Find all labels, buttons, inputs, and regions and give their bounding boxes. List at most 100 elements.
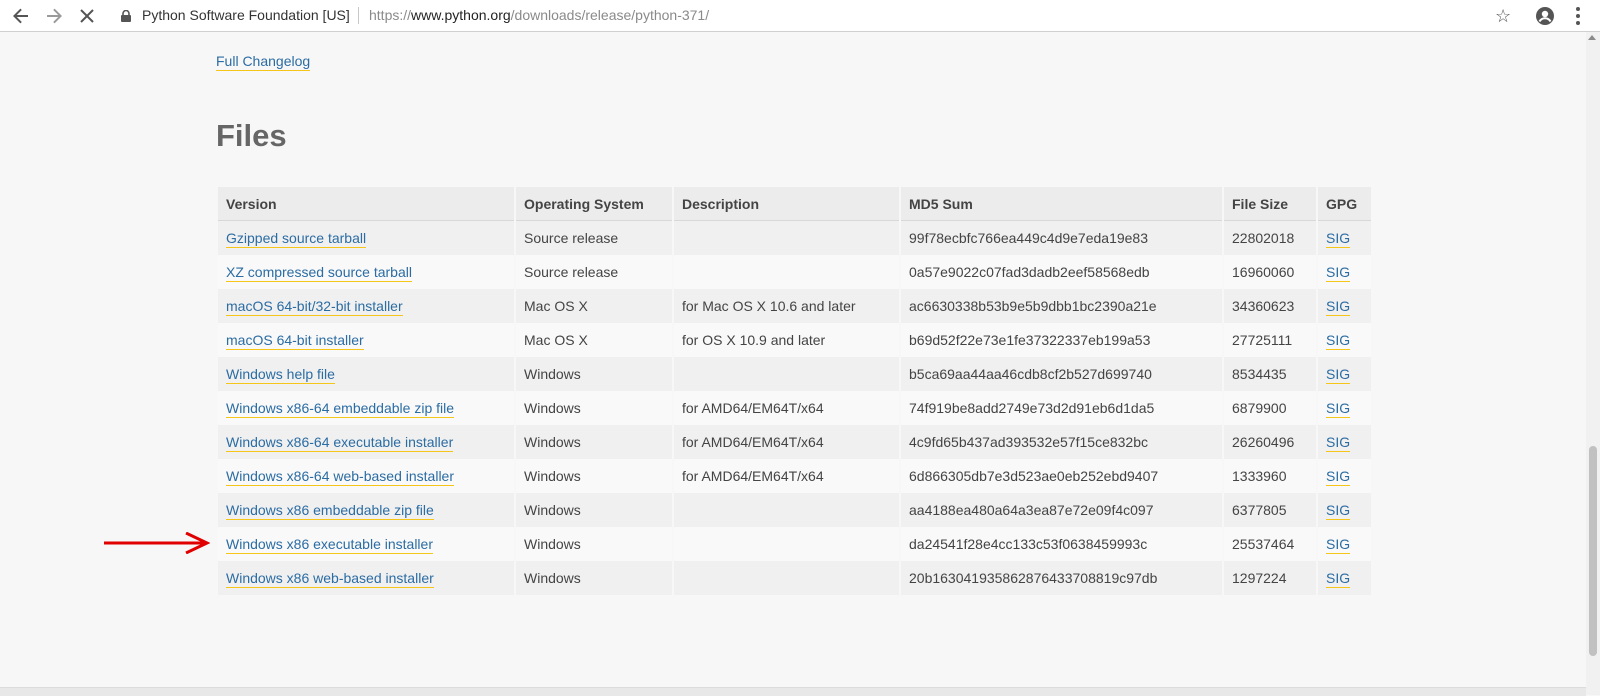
download-link[interactable]: XZ compressed source tarball [226, 264, 412, 282]
description-cell [674, 357, 899, 391]
version-cell: Gzipped source tarball [218, 221, 514, 255]
sig-link[interactable]: SIG [1326, 468, 1351, 486]
header-gpg: GPG [1318, 187, 1371, 221]
sig-link[interactable]: SIG [1326, 332, 1351, 350]
table-row: macOS 64-bit installer Mac OS Xfor OS X 1… [218, 323, 1371, 357]
version-cell: Windows x86 web-based installer [218, 561, 514, 595]
gpg-cell: SIG [1318, 255, 1371, 289]
gpg-cell: SIG [1318, 357, 1371, 391]
url-host: www.python.org [411, 7, 511, 23]
page-scrollbar[interactable] [1586, 32, 1600, 695]
md5-cell: 4c9fd65b437ad393532e57f15ce832bc [901, 425, 1222, 459]
star-icon[interactable]: ☆ [1495, 6, 1511, 26]
description-cell [674, 527, 899, 561]
gpg-cell: SIG [1318, 323, 1371, 357]
md5-cell: 6d866305db7e3d523ae0eb252ebd9407 [901, 459, 1222, 493]
sig-link[interactable]: SIG [1326, 570, 1351, 588]
download-link[interactable]: Windows x86-64 embeddable zip file [226, 400, 455, 418]
md5-cell: da24541f28e4cc133c53f0638459993c [901, 527, 1222, 561]
download-link[interactable]: macOS 64-bit installer [226, 332, 364, 350]
sig-link[interactable]: SIG [1326, 400, 1351, 418]
scroll-thumb[interactable] [1589, 446, 1597, 656]
version-cell: XZ compressed source tarball [218, 255, 514, 289]
os-cell: Windows [516, 527, 672, 561]
description-cell: for OS X 10.9 and later [674, 323, 899, 357]
download-link[interactable]: Windows x86 executable installer [226, 536, 433, 554]
file-size-cell: 16960060 [1224, 255, 1316, 289]
download-link[interactable]: Windows x86 embeddable zip file [226, 502, 434, 520]
download-link[interactable]: macOS 64-bit/32-bit installer [226, 298, 403, 316]
version-cell: macOS 64-bit/32-bit installer [218, 289, 514, 323]
md5-cell: ac6630338b53b9e5b9dbb1bc2390a21e [901, 289, 1222, 323]
sig-link[interactable]: SIG [1326, 230, 1351, 248]
sig-link[interactable]: SIG [1326, 502, 1351, 520]
file-size-cell: 6377805 [1224, 493, 1316, 527]
gpg-cell: SIG [1318, 221, 1371, 255]
description-cell: for AMD64/EM64T/x64 [674, 459, 899, 493]
download-link[interactable]: Gzipped source tarball [226, 230, 367, 248]
address-bar[interactable]: https://www.python.org/downloads/release… [369, 7, 709, 23]
sig-link[interactable]: SIG [1326, 366, 1351, 384]
description-cell [674, 493, 899, 527]
version-cell: Windows help file [218, 357, 514, 391]
os-cell: Windows [516, 391, 672, 425]
back-arrow-icon[interactable] [10, 5, 32, 27]
description-cell: for Mac OS X 10.6 and later [674, 289, 899, 323]
file-size-cell: 34360623 [1224, 289, 1316, 323]
file-size-cell: 8534435 [1224, 357, 1316, 391]
table-row: Windows x86-64 web-based installer Window… [218, 459, 1371, 493]
header-version: Version [218, 187, 514, 221]
version-cell: macOS 64-bit installer [218, 323, 514, 357]
header-operating-system: Operating System [516, 187, 672, 221]
sig-link[interactable]: SIG [1326, 298, 1351, 316]
gpg-cell: SIG [1318, 493, 1371, 527]
table-row: XZ compressed source tarball Source relea… [218, 255, 1371, 289]
menu-icon[interactable] [1568, 6, 1588, 26]
red-arrow-icon [104, 532, 210, 554]
gpg-cell: SIG [1318, 289, 1371, 323]
table-header-row: Version Operating System Description MD5… [218, 187, 1371, 221]
os-cell: Windows [516, 561, 672, 595]
header-file-size: File Size [1224, 187, 1316, 221]
description-cell [674, 221, 899, 255]
scroll-up-icon[interactable] [1588, 35, 1596, 40]
url-scheme: https:// [369, 7, 412, 23]
file-size-cell: 27725111 [1224, 323, 1316, 357]
version-cell: Windows x86 embeddable zip file [218, 493, 514, 527]
table-row: Windows x86-64 embeddable zip file Window… [218, 391, 1371, 425]
download-link[interactable]: Windows x86-64 executable installer [226, 434, 454, 452]
lock-icon [121, 9, 131, 22]
os-cell: Mac OS X [516, 323, 672, 357]
sig-link[interactable]: SIG [1326, 264, 1351, 282]
table-row: Gzipped source tarball Source release 99f7… [218, 221, 1371, 255]
os-cell: Windows [516, 459, 672, 493]
table-row: Windows x86 web-based installer Windows 20… [218, 561, 1371, 595]
version-cell: Windows x86-64 web-based installer [218, 459, 514, 493]
full-changelog-link[interactable]: Full Changelog [216, 53, 311, 71]
file-size-cell: 1333960 [1224, 459, 1316, 493]
description-cell [674, 561, 899, 595]
header-description: Description [674, 187, 899, 221]
table-row: Windows x86 executable installer Windows d… [218, 527, 1371, 561]
site-identity[interactable]: Python Software Foundation [US] [142, 7, 350, 23]
download-link[interactable]: Windows x86-64 web-based installer [226, 468, 454, 486]
md5-cell: 20b163041935862876433708819c97db [901, 561, 1222, 595]
sig-link[interactable]: SIG [1326, 434, 1351, 452]
os-cell: Source release [516, 255, 672, 289]
download-link[interactable]: Windows help file [226, 366, 335, 384]
sig-link[interactable]: SIG [1326, 536, 1351, 554]
files-heading: Files [216, 118, 287, 153]
download-link[interactable]: Windows x86 web-based installer [226, 570, 434, 588]
md5-cell: 74f919be8add2749e73d2d91eb6d1da5 [901, 391, 1222, 425]
stop-loading-icon[interactable] [76, 5, 98, 27]
description-cell [674, 255, 899, 289]
md5-cell: aa4188ea480a64a3ea87e72e09f4c097 [901, 493, 1222, 527]
browser-toolbar: Python Software Foundation [US] https://… [0, 0, 1600, 32]
forward-arrow-icon[interactable] [43, 5, 65, 27]
account-icon[interactable] [1535, 6, 1555, 26]
version-cell: Windows x86-64 embeddable zip file [218, 391, 514, 425]
table-row: Windows x86 embeddable zip file Windows aa… [218, 493, 1371, 527]
os-cell: Windows [516, 357, 672, 391]
header-md5-sum: MD5 Sum [901, 187, 1222, 221]
table-row: Windows x86-64 executable installer Windo… [218, 425, 1371, 459]
